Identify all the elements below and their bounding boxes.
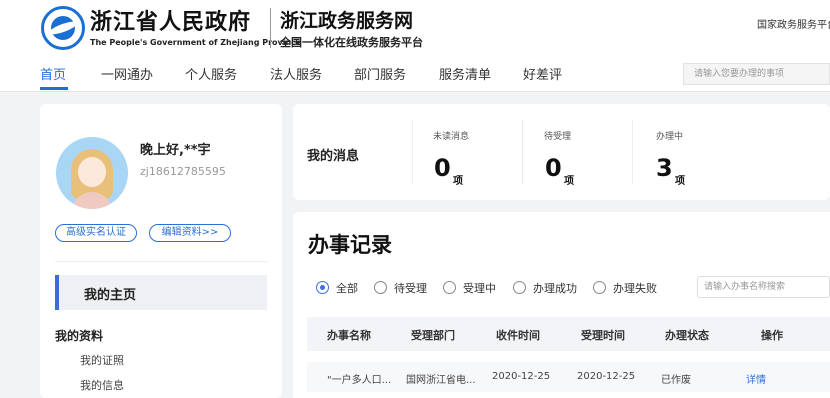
profile-divider <box>55 261 267 262</box>
cell-name: "一户多人口... <box>327 375 392 386</box>
stat-processing-label[interactable]: 办理中 <box>656 129 683 142</box>
nav-active-underline <box>40 87 68 90</box>
avatar[interactable] <box>56 137 128 209</box>
radio-unchecked-icon <box>374 281 387 294</box>
stat-unread-value[interactable]: 0 <box>434 154 451 182</box>
messages-separator <box>412 120 413 184</box>
cell-status: 已作废 <box>661 375 691 386</box>
column-header-action: 操作 <box>761 329 783 342</box>
messages-title: 我的消息 <box>307 149 360 164</box>
radio-unchecked-icon <box>513 281 526 294</box>
stat-processing-value[interactable]: 3 <box>656 154 673 182</box>
stat-pending-unit: 项 <box>564 176 574 187</box>
filter-radio-label: 待受理 <box>394 282 427 295</box>
stat-unread-unit: 项 <box>453 176 463 187</box>
site-name[interactable]: 浙江政务服务网 <box>280 6 413 33</box>
site-header: 浙江省人民政府 The People's Government of Zheji… <box>0 0 830 92</box>
sidebar-section-my-data[interactable]: 我的资料 <box>55 327 103 344</box>
radio-unchecked-icon <box>443 281 456 294</box>
stat-pending-value[interactable]: 0 <box>545 154 562 182</box>
stat-pending-label[interactable]: 待受理 <box>544 129 571 142</box>
nav-item-service-list[interactable]: 服务清单 <box>439 64 491 83</box>
records-table-header: 办事名称 受理部门 收件时间 受理时间 办理状态 操作 <box>307 317 830 351</box>
radio-checked-icon <box>316 281 329 294</box>
top-search-input[interactable]: 请输入您要办理的事项 <box>683 63 830 85</box>
cell-dept: 国网浙江省电... <box>406 375 476 386</box>
filter-radio-label: 受理中 <box>463 282 496 295</box>
gov-name-cn: 浙江省人民政府 <box>90 9 252 35</box>
column-header-received: 收件时间 <box>496 329 540 342</box>
messages-separator <box>632 120 633 184</box>
greeting-text: 晚上好,**宇 <box>140 143 211 158</box>
messages-panel: 我的消息 未读消息 0 项 待受理 0 项 办理中 3 项 <box>293 104 830 200</box>
username-text: zj18612785595 <box>140 165 226 178</box>
stat-unread-label[interactable]: 未读消息 <box>433 129 469 142</box>
zhejiang-emblem-logo[interactable] <box>41 6 85 50</box>
stat-processing-unit: 项 <box>675 176 685 187</box>
sidebar-item-my-licenses[interactable]: 我的证照 <box>80 352 124 368</box>
nav-item-department[interactable]: 部门服务 <box>354 64 406 83</box>
sidebar-item-home[interactable]: 我的主页 <box>55 275 267 310</box>
nav-item-personal[interactable]: 个人服务 <box>185 64 237 83</box>
column-header-dept: 受理部门 <box>411 329 455 342</box>
filter-radio-label: 办理成功 <box>533 282 577 295</box>
column-header-status: 办理状态 <box>665 329 709 342</box>
records-panel: 办事记录 全部 待受理 受理中 办理成功 办理失败 请输入办事名称搜索 办事名称… <box>293 212 830 398</box>
radio-unchecked-icon <box>593 281 606 294</box>
cell-received: 2020-12-25 <box>492 371 551 382</box>
nav-item-legal-person[interactable]: 法人服务 <box>270 64 322 83</box>
column-header-accepted: 受理时间 <box>581 329 625 342</box>
sidebar-item-home-label: 我的主页 <box>84 288 137 303</box>
cell-accepted: 2020-12-25 <box>577 371 636 382</box>
nav-item-one-stop[interactable]: 一网通办 <box>101 64 153 83</box>
sidebar-item-my-info[interactable]: 我的信息 <box>80 377 124 393</box>
real-name-verify-button[interactable]: 高级实名认证 <box>55 224 137 242</box>
messages-separator <box>522 120 523 184</box>
nav-item-home[interactable]: 首页 <box>40 64 66 83</box>
nav-item-rating[interactable]: 好差评 <box>523 64 562 83</box>
records-title: 办事记录 <box>308 233 392 257</box>
logo-divider <box>270 8 271 48</box>
detail-link[interactable]: 详情 <box>746 371 766 386</box>
filter-radio-label: 全部 <box>336 282 358 295</box>
national-platform-link[interactable]: 国家政务服务平台 <box>757 16 830 31</box>
records-search-input[interactable]: 请输入办事名称搜索 <box>697 276 830 298</box>
profile-panel: 晚上好,**宇 zj18612785595 高级实名认证 编辑资料>> 我的主页… <box>40 104 282 398</box>
edit-profile-button[interactable]: 编辑资料>> <box>149 224 231 242</box>
table-row: "一户多人口... 国网浙江省电... 2020-12-25 2020-12-2… <box>307 362 830 392</box>
filter-radio-label: 办理失败 <box>613 282 657 295</box>
site-subtitle: 全国一体化在线政务服务平台 <box>280 36 423 49</box>
column-header-name: 办事名称 <box>327 329 371 342</box>
